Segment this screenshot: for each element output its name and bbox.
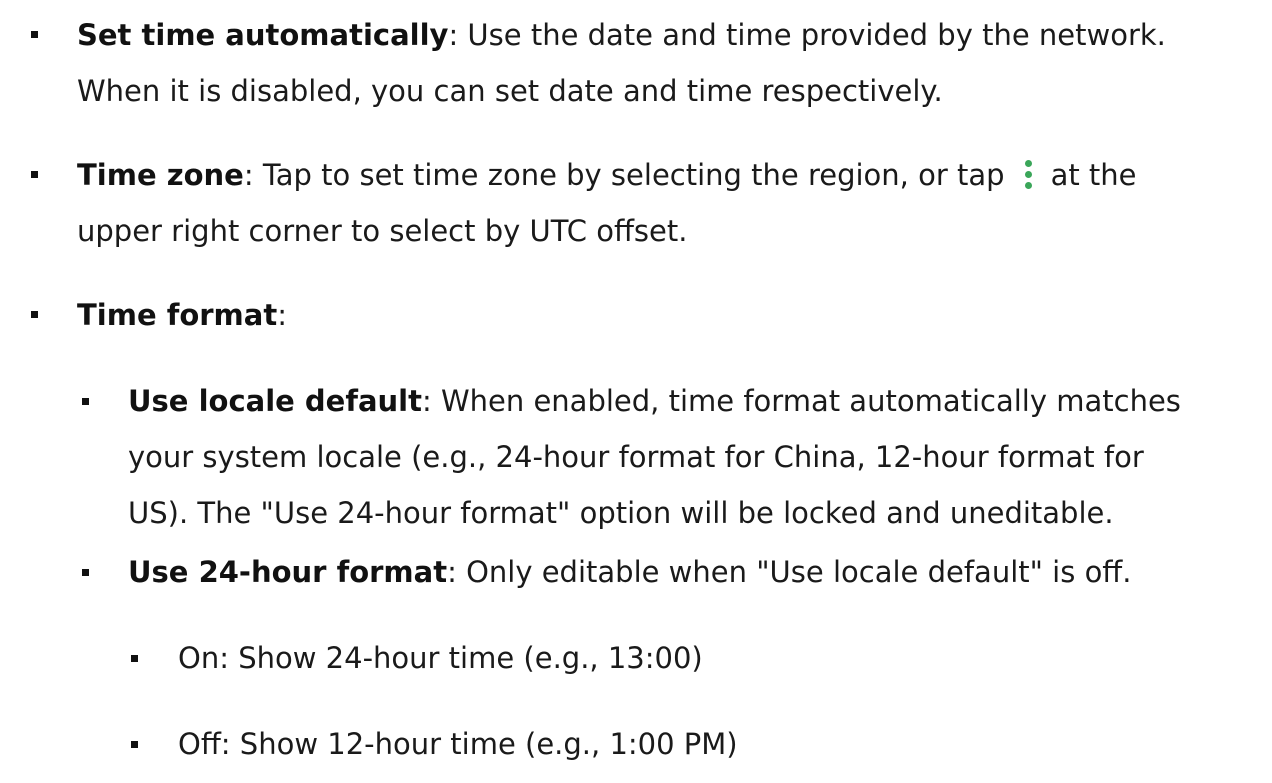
bullet [82,398,89,405]
term-time-zone: Time zone [77,158,244,192]
term-set-time-automatically: Set time automatically [77,18,449,52]
list-item-time-format: Time format: [77,287,287,343]
more-vertical-icon [1005,160,1051,190]
term-use-locale-default: Use locale default [128,384,422,418]
term-use-24-hour-format: Use 24-hour format [128,555,448,589]
list-item-on: On: Show 24-hour time (e.g., 13:00) [178,630,703,686]
term-time-format: Time format [77,298,278,332]
bullet [131,741,138,748]
list-item-line: Time format: [77,287,287,343]
description-text: : [277,298,287,332]
list-item-line: Set time automatically: Use the date and… [77,7,1166,63]
list-item-line: your system locale (e.g., 24-hour format… [128,440,1144,474]
bullet [31,171,38,178]
bullet [82,569,89,576]
list-item-line: On: Show 24-hour time (e.g., 13:00) [178,641,703,675]
bullet [131,655,138,662]
bullet [31,311,38,318]
list-item-line: upper right corner to select by UTC offs… [77,214,688,248]
description-text: at the [1050,158,1137,192]
document-page: Set time automatically: Use the date and… [0,0,1272,783]
description-text: : Use the date and time provided by the … [448,18,1166,52]
description-text: : Tap to set time zone by selecting the … [243,158,1005,192]
description-text: : Only editable when "Use locale default… [447,555,1132,589]
list-item-line: Use locale default: When enabled, time f… [128,373,1181,429]
list-item-line: Time zone: Tap to set time zone by selec… [77,147,1137,203]
list-item-off: Off: Show 12-hour time (e.g., 1:00 PM) [178,716,738,772]
bullet [31,31,38,38]
list-item-use-24-hour-format: Use 24-hour format: Only editable when "… [128,544,1132,600]
list-item-set-time-automatically: Set time automatically: Use the date and… [77,7,1166,119]
description-text: : When enabled, time format automaticall… [421,384,1181,418]
list-item-line: Use 24-hour format: Only editable when "… [128,544,1132,600]
list-item-use-locale-default: Use locale default: When enabled, time f… [128,373,1181,541]
list-item-line: Off: Show 12-hour time (e.g., 1:00 PM) [178,727,738,761]
list-item-line: When it is disabled, you can set date an… [77,74,943,108]
list-item-line: US). The "Use 24-hour format" option wil… [128,496,1114,530]
list-item-time-zone: Time zone: Tap to set time zone by selec… [77,147,1137,259]
